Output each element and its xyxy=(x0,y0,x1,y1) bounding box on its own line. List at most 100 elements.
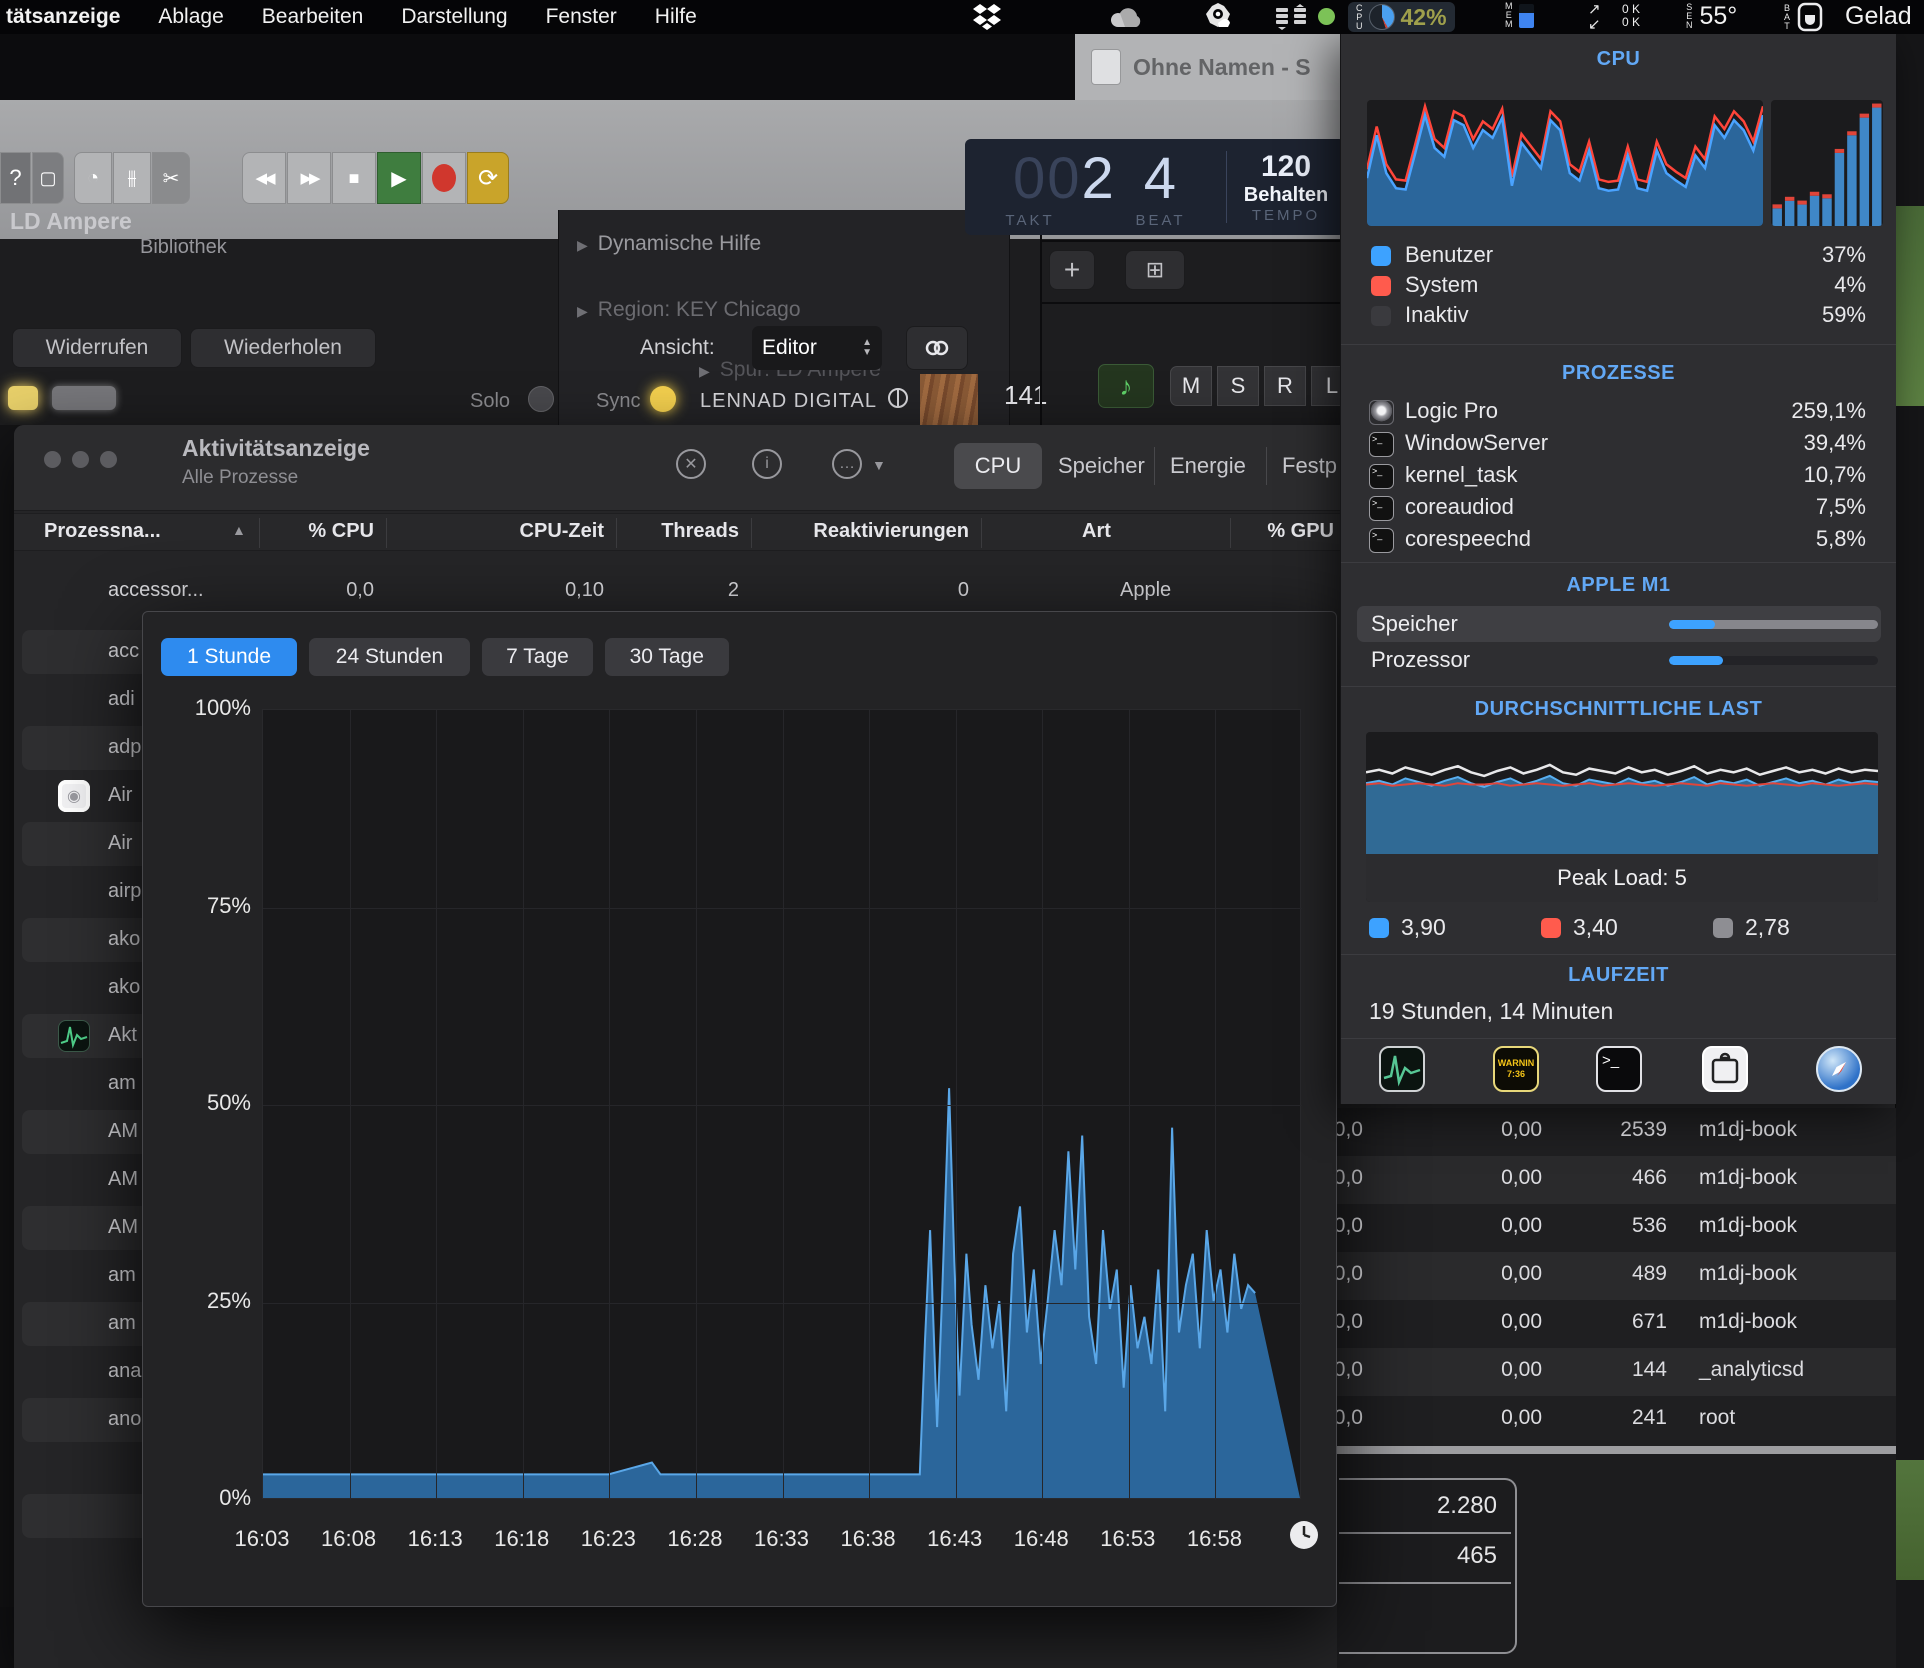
cycle-button[interactable]: ⟳ xyxy=(467,152,509,204)
table-row[interactable]: accessor... 0,0 0,10 2 0 Apple xyxy=(14,571,1345,615)
terminal-dock-icon[interactable]: >_ xyxy=(1596,1046,1642,1092)
disclosure-icon[interactable]: ▶ xyxy=(699,363,710,379)
process-row-label[interactable]: acc xyxy=(108,640,139,663)
app-menu[interactable]: tätsanzeige xyxy=(6,5,120,29)
process-row-label[interactable]: am xyxy=(108,1312,136,1335)
network-rates[interactable]: 0 K0 K xyxy=(1622,3,1640,29)
onedrive-icon[interactable] xyxy=(1108,5,1144,34)
sort-caret-icon[interactable]: ▲ xyxy=(232,522,246,538)
menu-item[interactable]: Fenster xyxy=(546,5,617,29)
table-row[interactable]: 0,00,00144_analyticsd xyxy=(1337,1348,1924,1396)
status-dot-icon[interactable] xyxy=(1318,8,1335,25)
bypass-icon[interactable] xyxy=(886,386,910,415)
forward-button[interactable]: ▶▶ xyxy=(287,152,331,204)
info-icon[interactable]: i xyxy=(752,449,782,479)
process-row-label[interactable]: Air xyxy=(108,784,132,807)
tab-speicher[interactable]: Speicher xyxy=(1058,453,1145,479)
quit-process-icon[interactable]: ✕ xyxy=(676,449,706,479)
table-row[interactable]: 0,00,00536m1dj-book xyxy=(1337,1204,1924,1252)
process-row-label[interactable]: AM xyxy=(108,1120,138,1143)
table-row[interactable]: 0,00,00466m1dj-book xyxy=(1337,1156,1924,1204)
processor-row[interactable]: Prozessor xyxy=(1357,642,1881,678)
track-button-s[interactable]: S xyxy=(1217,366,1259,406)
menu-item[interactable]: Hilfe xyxy=(655,5,697,29)
track-button-r[interactable]: R xyxy=(1264,366,1306,406)
process-row[interactable]: >_WindowServer39,4% xyxy=(1341,430,1896,458)
tab-energie[interactable]: Energie xyxy=(1170,453,1246,479)
process-row-label[interactable]: AM xyxy=(108,1216,138,1239)
library-label[interactable]: Bibliothek xyxy=(140,236,227,259)
menu-item[interactable]: Darstellung xyxy=(401,5,507,29)
process-row-label[interactable]: Air xyxy=(108,832,132,855)
sync-knob[interactable] xyxy=(650,386,676,412)
network-arrows-icon[interactable]: ↗↙ xyxy=(1588,2,1601,32)
track-type-icon[interactable]: ♪ xyxy=(1098,364,1154,408)
activity-dock-icon[interactable] xyxy=(1379,1046,1425,1092)
process-row-label[interactable]: am xyxy=(108,1072,136,1095)
help-row[interactable]: ▶Dynamische Hilfe xyxy=(577,232,761,256)
undo-button[interactable]: Widerrufen xyxy=(12,328,182,368)
plugin-name[interactable]: LENNAD DIGITAL xyxy=(700,390,877,413)
close-button[interactable] xyxy=(44,451,61,468)
memory-row[interactable]: Speicher xyxy=(1357,606,1881,642)
compass-dock-icon[interactable] xyxy=(1816,1046,1862,1092)
mixer-icon[interactable]: ⫵ xyxy=(113,152,151,204)
table-row[interactable]: 0,00,00671m1dj-book xyxy=(1337,1300,1924,1348)
view-dropdown[interactable]: Editor ▲▼ xyxy=(752,326,882,370)
range-button[interactable]: 30 Tage xyxy=(605,638,729,676)
minimize-button[interactable] xyxy=(72,451,89,468)
duplicate-track-button[interactable]: ⊞ xyxy=(1125,250,1185,290)
range-button[interactable]: 1 Stunde xyxy=(161,638,297,676)
record-button[interactable] xyxy=(422,152,466,204)
disclosure-icon[interactable]: ▶ xyxy=(577,237,588,253)
cpu-menu-widget[interactable]: CPU 42% xyxy=(1348,2,1455,32)
glow-pill[interactable] xyxy=(8,386,38,410)
process-row-label[interactable]: Akt xyxy=(108,1024,137,1047)
dropbox-icon[interactable] xyxy=(972,3,1002,36)
lcd-display[interactable]: 0024 TAKTBEAT 120 Behalten TEMPO xyxy=(965,139,1345,235)
process-row-label[interactable]: airp xyxy=(108,880,141,903)
menu-item[interactable]: Bearbeiten xyxy=(262,5,364,29)
link-button[interactable] xyxy=(906,326,968,370)
battery-widget[interactable]: BAT xyxy=(1784,2,1824,32)
disclosure-icon[interactable]: ▶ xyxy=(577,303,588,319)
tab-cpu[interactable]: CPU xyxy=(954,443,1042,489)
stop-button[interactable]: ■ xyxy=(332,152,376,204)
table-row[interactable]: 0,00,00241root xyxy=(1337,1396,1924,1444)
stepper-icon[interactable]: ▲▼ xyxy=(862,338,872,358)
play-button[interactable]: ▶ xyxy=(377,152,421,204)
process-row-label[interactable]: ano xyxy=(108,1408,141,1431)
range-button[interactable]: 7 Tage xyxy=(482,638,593,676)
clock-icon[interactable] xyxy=(1289,1520,1319,1555)
cpu-history-popup[interactable]: 1 Stunde24 Stunden7 Tage30 Tage 100%75%5… xyxy=(142,611,1337,1607)
table-row[interactable]: 0,00,002539m1dj-book xyxy=(1337,1108,1924,1156)
track-button-m[interactable]: M xyxy=(1170,366,1212,406)
zoom-button[interactable] xyxy=(100,451,117,468)
stacks-icon[interactable] xyxy=(1274,4,1310,35)
solo-knob[interactable] xyxy=(528,386,554,412)
sensor-widget[interactable]: SEN 55° xyxy=(1686,2,1737,31)
process-row-label[interactable]: adp xyxy=(108,736,141,759)
camo-icon[interactable] xyxy=(1202,2,1234,37)
process-row-label[interactable]: adi xyxy=(108,688,135,711)
help-row[interactable]: ▶Region: KEY Chicago xyxy=(577,298,801,322)
redo-button[interactable]: Wiederholen xyxy=(190,328,376,368)
help-button[interactable]: ? xyxy=(0,152,31,204)
rewind-button[interactable]: ◀◀ xyxy=(242,152,286,204)
scissors-icon[interactable]: ✂ xyxy=(152,152,190,204)
process-row[interactable]: >_coreaudiod7,5% xyxy=(1341,494,1896,522)
process-row[interactable]: >_kernel_task10,7% xyxy=(1341,462,1896,490)
tuner-icon[interactable]: ◔ xyxy=(74,152,112,204)
scale-dock-icon[interactable] xyxy=(1702,1046,1748,1092)
table-row[interactable]: 0,00,00489m1dj-book xyxy=(1337,1252,1924,1300)
process-row[interactable]: >_corespeechd5,8% xyxy=(1341,526,1896,554)
mem-menu-widget[interactable]: MEM xyxy=(1505,2,1534,29)
process-row-label[interactable]: ako xyxy=(108,928,140,951)
process-row-label[interactable]: am xyxy=(108,1264,136,1287)
chevron-down-icon[interactable]: ▼ xyxy=(872,457,886,473)
process-row-label[interactable]: ako xyxy=(108,976,140,999)
process-row[interactable]: Logic Pro259,1% xyxy=(1341,398,1896,426)
warning-dock-icon[interactable]: WARNIN7:36 xyxy=(1493,1046,1539,1092)
table-header[interactable]: Prozessna... ▲ % CPU CPU-Zeit Threads Re… xyxy=(14,513,1345,551)
pill-button[interactable] xyxy=(52,386,116,410)
